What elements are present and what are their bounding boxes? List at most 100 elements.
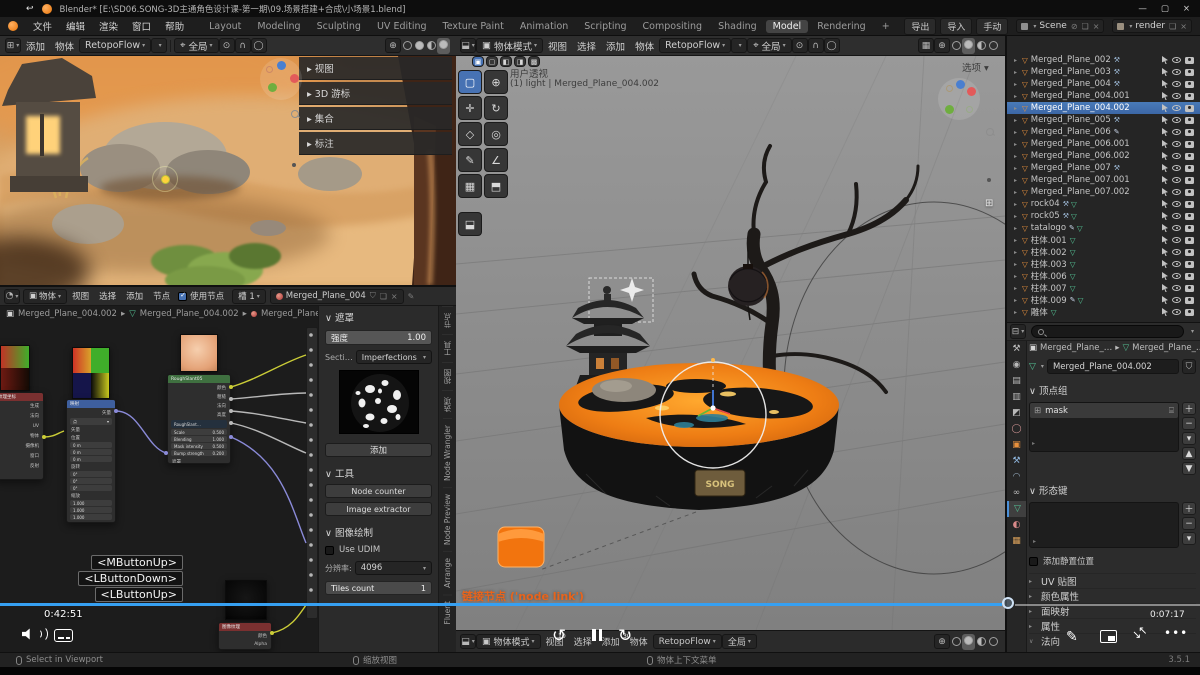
outliner-row[interactable]: ▸ ▽ Merged_Plane_005 ⚒ ✎ ▽	[1007, 114, 1200, 126]
properties-tab[interactable]: ∞	[1007, 485, 1026, 501]
render-toggle-icon[interactable]	[1185, 273, 1194, 280]
miniplayer-button[interactable]	[1100, 630, 1117, 646]
vertex-group-row[interactable]: ⊞mask ⌸	[1030, 403, 1178, 418]
quick-action-button[interactable]: 导入	[940, 18, 972, 35]
maximize-button[interactable]: ▢	[1161, 4, 1169, 14]
snap-magnet-icon[interactable]: ∩	[808, 38, 824, 53]
add-primitive-tool[interactable]: ▦	[458, 174, 482, 198]
outliner-row[interactable]: ▸ ▽ Merged_Plane_003 ⚒ ✎ ▽	[1007, 66, 1200, 78]
menu-item[interactable]: 渲染	[92, 19, 125, 33]
outliner-row[interactable]: ▸ ▽ 柱体.006 ⚒ ✎ ▽	[1007, 270, 1200, 282]
view-layer-selector[interactable]: ▾ render ❏ ×	[1112, 19, 1192, 33]
outliner-row[interactable]: ▸ ▽ 柱体.001 ⚒ ✎ ▽	[1007, 234, 1200, 246]
outliner-row[interactable]: ▸ ▽ Merged_Plane_006.002 ⚒ ✎ ▽	[1007, 150, 1200, 162]
add-shapekey-button[interactable]: ＋	[1182, 502, 1196, 515]
camera-view-icon[interactable]	[288, 161, 299, 172]
render-toggle-icon[interactable]	[1185, 309, 1194, 316]
object-name[interactable]: tatalogo	[1031, 223, 1066, 233]
shading-material-icon[interactable]	[977, 637, 986, 646]
axis-z-icon[interactable]	[277, 61, 286, 70]
expand-icon[interactable]: ▸	[1014, 309, 1022, 316]
header-menu[interactable]: 物体	[50, 39, 79, 53]
mode-edit-icon[interactable]: ▢	[486, 56, 498, 67]
viewport-panel-集合[interactable]: ▸ 集合	[299, 107, 452, 130]
options-dropdown[interactable]: 选项 ▾	[962, 60, 989, 74]
properties-tab[interactable]: ▦	[1007, 533, 1026, 549]
workspace-tab[interactable]: Compositing	[636, 20, 710, 33]
header-menu[interactable]: 添加	[121, 290, 148, 302]
pan-hand-icon[interactable]	[984, 152, 995, 163]
render-toggle-icon[interactable]	[1185, 177, 1194, 184]
hide-toggle-icon[interactable]	[1172, 177, 1181, 183]
selectable-toggle-icon[interactable]	[1162, 272, 1168, 280]
outliner-row[interactable]: ▸ ▽ 柱体.002 ⚒ ✎ ▽	[1007, 246, 1200, 258]
sidebar-tab[interactable]: 节点	[442, 306, 453, 334]
expand-icon[interactable]: ▸	[1014, 261, 1022, 268]
add-button[interactable]: 添加	[325, 443, 432, 457]
render-toggle-icon[interactable]	[1185, 117, 1194, 124]
fake-user-shield-icon[interactable]: ⛉	[370, 291, 376, 301]
expand-icon[interactable]: ▸	[1014, 81, 1022, 88]
sidebar-tab[interactable]: 视图	[442, 362, 453, 390]
selectable-toggle-icon[interactable]	[1162, 236, 1168, 244]
properties-tab[interactable]: ◐	[1007, 517, 1026, 533]
properties-tab[interactable]: ◩	[1007, 405, 1026, 421]
volume-icon[interactable]	[22, 628, 33, 643]
shading-rendered-active[interactable]	[437, 38, 450, 54]
object-name[interactable]: 柱体.002	[1031, 246, 1067, 258]
mode-object-icon[interactable]: ▣	[472, 56, 484, 67]
header-menu[interactable]: 选择	[572, 39, 601, 53]
hide-toggle-icon[interactable]	[1172, 129, 1181, 135]
selectable-toggle-icon[interactable]	[1162, 104, 1168, 112]
pivot-point-icon[interactable]: ⊙	[219, 38, 235, 53]
render-toggle-icon[interactable]	[1185, 285, 1194, 292]
selectable-toggle-icon[interactable]	[1162, 56, 1168, 64]
mode-paint-icon[interactable]: ◨	[514, 56, 526, 67]
render-toggle-icon[interactable]	[1185, 297, 1194, 304]
navigation-gizmo[interactable]	[938, 78, 980, 120]
snap-magnet-icon[interactable]: ∩	[235, 38, 251, 53]
new-scene-icon[interactable]: ❏	[1082, 22, 1089, 31]
properties-tab[interactable]: ⚒	[1007, 453, 1026, 469]
zoom-icon[interactable]	[291, 110, 302, 121]
image-texture-node[interactable]: 图像纹理 颜色Alpha	[218, 622, 272, 650]
outliner-row[interactable]: ▸ ▽ Merged_Plane_004.001 ⚒ ✎ ▽	[1007, 90, 1200, 102]
sidebar-tab[interactable]: 选项	[442, 390, 453, 418]
shading-wireframe-icon[interactable]	[403, 41, 412, 50]
progress-bar-remaining[interactable]	[1015, 604, 1200, 606]
blender-menu-icon[interactable]	[8, 21, 18, 31]
shape-keys-header[interactable]: ∨ 形态键	[1029, 483, 1196, 497]
editor-type-icon[interactable]: ◔▾	[4, 289, 20, 304]
outliner-row[interactable]: ▸ ▽ 柱体.007 ⚒ ✎ ▽	[1007, 282, 1200, 294]
selectable-toggle-icon[interactable]	[1162, 284, 1168, 292]
pan-hand-icon[interactable]	[289, 135, 300, 146]
expand-icon[interactable]: ▸	[1014, 165, 1022, 172]
axis-x-icon[interactable]	[967, 87, 976, 96]
viewport-panel-视图[interactable]: ▸ 视图	[299, 57, 452, 80]
panel-header[interactable]: ▸UV 贴图	[1029, 573, 1196, 588]
properties-filter-icon[interactable]: ⊟▾	[1010, 324, 1026, 339]
hide-toggle-icon[interactable]	[1172, 69, 1181, 75]
hide-toggle-icon[interactable]	[1172, 153, 1181, 159]
shading-rendered-icon[interactable]	[989, 637, 998, 646]
annotate-tool[interactable]: ✎	[458, 148, 482, 172]
unlink-material-icon[interactable]: ×	[391, 292, 398, 301]
paint-section-header[interactable]: ∨ 图像绘制	[325, 525, 432, 539]
properties-tab[interactable]: ▽	[1007, 501, 1026, 517]
axis-y-icon[interactable]	[268, 83, 277, 92]
shading-solid-active[interactable]	[962, 634, 975, 650]
selectable-toggle-icon[interactable]	[1162, 212, 1168, 220]
workspace-tab[interactable]: Animation	[513, 20, 575, 33]
render-toggle-icon[interactable]	[1185, 165, 1194, 172]
hide-toggle-icon[interactable]	[1172, 273, 1181, 279]
selectable-toggle-icon[interactable]	[1162, 164, 1168, 172]
addon-extra-dropdown[interactable]: ▾	[731, 38, 747, 53]
axis-neg-x-icon[interactable]	[946, 85, 953, 92]
render-toggle-icon[interactable]	[1185, 105, 1194, 112]
expand-icon[interactable]: ▸	[1014, 141, 1022, 148]
hide-toggle-icon[interactable]	[1172, 141, 1181, 147]
outliner-row[interactable]: ▸ ▽ rock04 ⚒ ✎ ▽	[1007, 198, 1200, 210]
addon-tool[interactable]: ⬓	[458, 212, 482, 236]
expand-icon[interactable]: ▸	[1014, 153, 1022, 160]
axis-x-icon[interactable]	[290, 74, 299, 83]
